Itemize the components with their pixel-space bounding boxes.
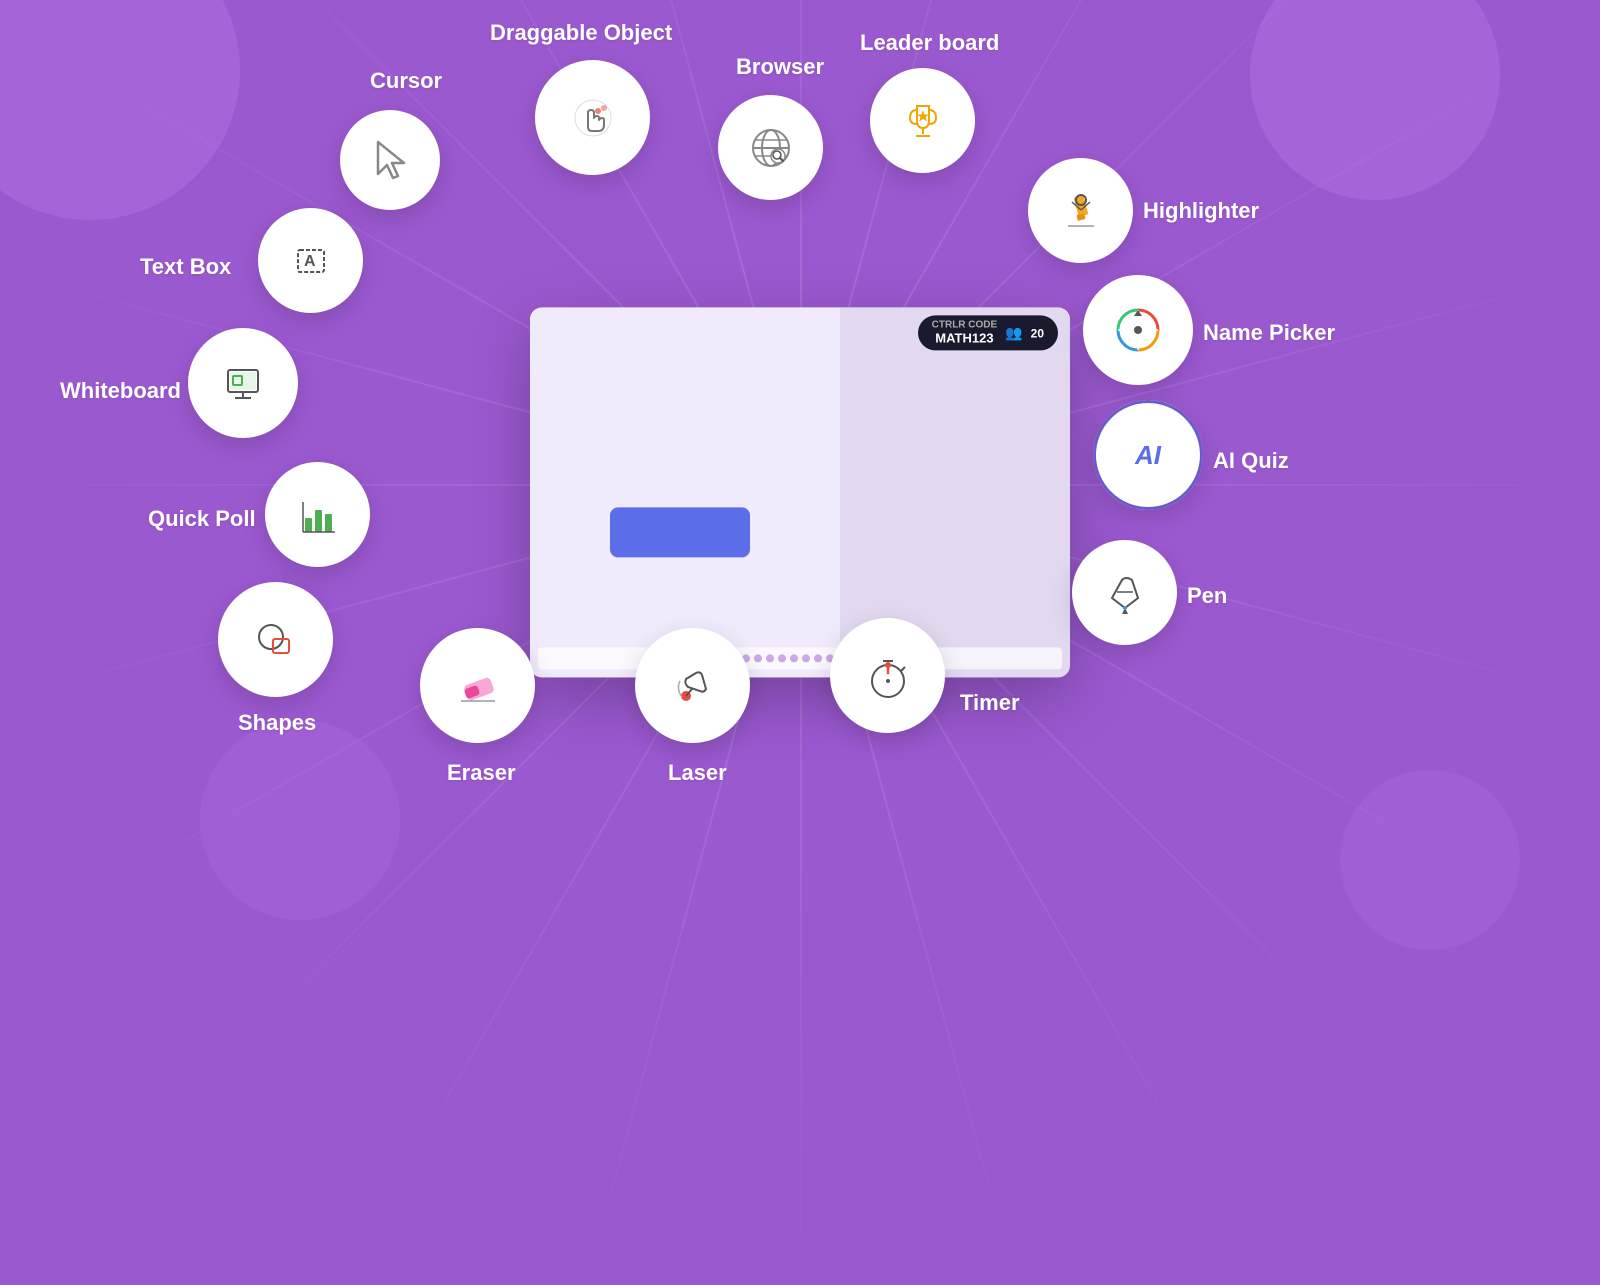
highlighter-circle[interactable]	[1028, 158, 1133, 263]
text-box-circle[interactable]: A	[258, 208, 363, 313]
screen-header: CTRLR CODE MATH123 👥 20	[918, 315, 1058, 350]
svg-text:A: A	[304, 253, 316, 270]
screen-left-panel	[530, 307, 840, 677]
eraser-circle[interactable]	[420, 628, 535, 743]
text-box-label: Text Box	[140, 254, 231, 280]
laser-label: Laser	[668, 760, 727, 786]
quick-poll-circle[interactable]	[265, 462, 370, 567]
whiteboard-circle[interactable]	[188, 328, 298, 438]
ai-quiz-circle[interactable]: AI	[1093, 400, 1203, 510]
shapes-label: Shapes	[238, 710, 316, 736]
eraser-label: Eraser	[447, 760, 516, 786]
screen-mockup: CTRLR CODE MATH123 👥 20	[530, 307, 1070, 677]
quick-poll-label: Quick Poll	[148, 506, 256, 532]
pen-circle[interactable]	[1072, 540, 1177, 645]
cursor-label: Cursor	[370, 68, 442, 94]
timer-label: Timer	[960, 690, 1020, 716]
draggable-object-label: Draggable Object	[490, 20, 672, 46]
timer-circle[interactable]	[830, 618, 945, 733]
highlighter-label: Highlighter	[1143, 198, 1259, 224]
users-icon: 👥	[1005, 324, 1022, 341]
ai-quiz-icon-text: AI	[1135, 440, 1161, 471]
screen-toolbar	[538, 647, 1062, 669]
student-count: 20	[1031, 326, 1044, 340]
cursor-circle[interactable]	[340, 110, 440, 210]
laser-circle[interactable]	[635, 628, 750, 743]
name-picker-label: Name Picker	[1203, 320, 1335, 346]
screen-blue-rectangle	[610, 507, 750, 557]
draggable-object-circle[interactable]	[535, 60, 650, 175]
name-picker-circle[interactable]	[1083, 275, 1193, 385]
pen-label: Pen	[1187, 583, 1227, 609]
browser-circle[interactable]	[718, 95, 823, 200]
ai-quiz-label: AI Quiz	[1213, 448, 1289, 474]
whiteboard-label: Whiteboard	[60, 378, 181, 404]
class-name-label: MATH123	[935, 330, 993, 345]
browser-label: Browser	[736, 54, 824, 80]
leader-board-label: Leader board	[860, 30, 999, 56]
class-code-label: CTRLR CODE	[932, 320, 998, 330]
leader-board-circle[interactable]	[870, 68, 975, 173]
shapes-circle[interactable]	[218, 582, 333, 697]
